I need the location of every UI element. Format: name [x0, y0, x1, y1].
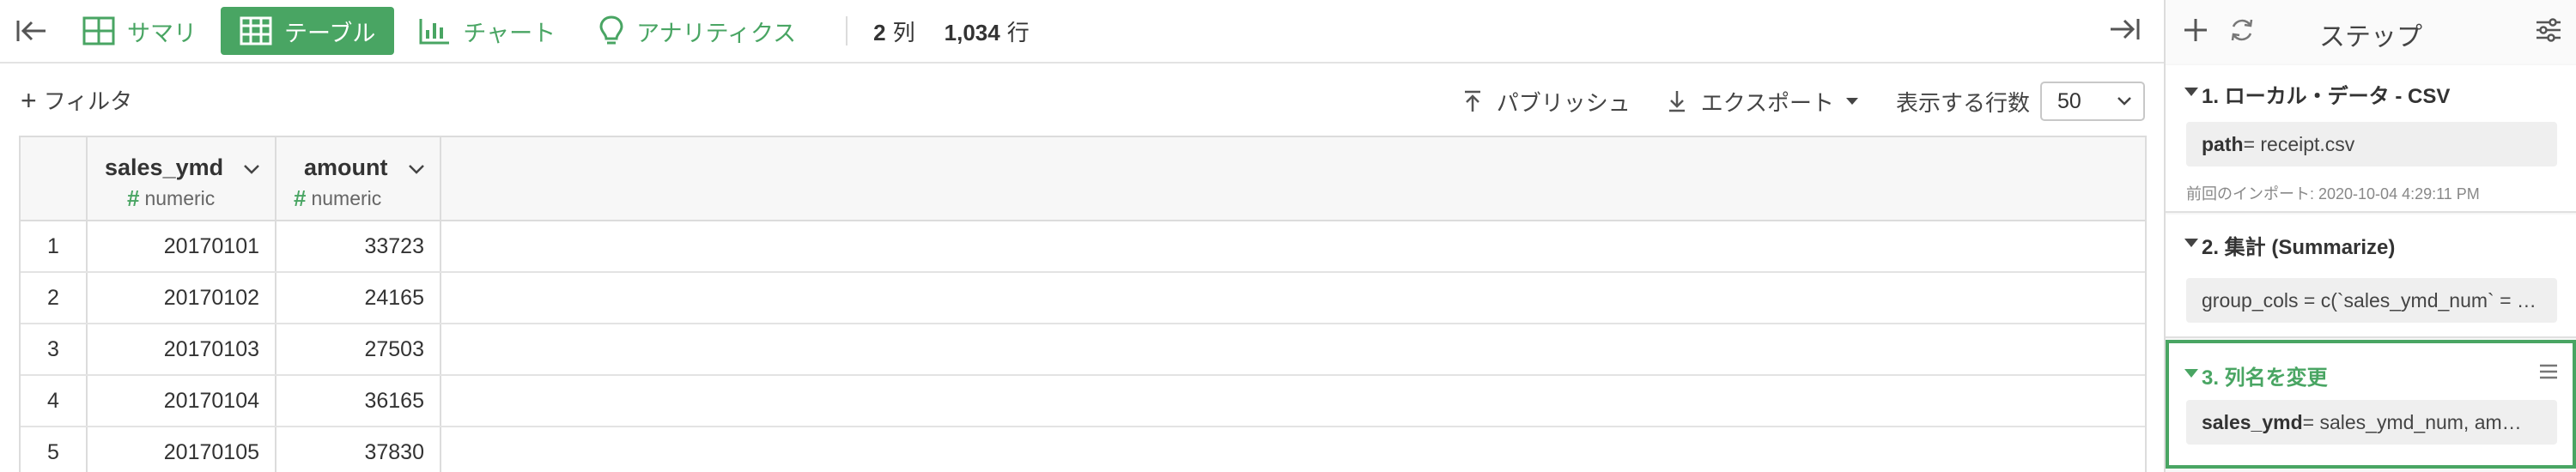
table-row: 4 20170104 36165: [21, 376, 2145, 427]
table-row: 3 20170103 27503: [21, 324, 2145, 376]
column-name: sales_ymd: [105, 154, 224, 180]
cell-sales-ymd[interactable]: 20170103: [88, 324, 276, 374]
chevron-down-icon[interactable]: [407, 163, 426, 175]
step-title: 1. ローカル・データ - CSV: [2202, 85, 2451, 108]
top-toolbar: サマリ テーブル チャート アナリティクス 2 列 1,034 行: [0, 0, 2164, 64]
caret-down-icon: [1845, 98, 1858, 105]
filter-button[interactable]: + フィルタ: [21, 84, 132, 116]
summary-grid-icon: [82, 16, 115, 45]
tab-chart[interactable]: チャート: [399, 7, 574, 55]
export-button[interactable]: エクスポート: [1667, 86, 1860, 118]
row-index: 4: [21, 376, 88, 426]
step-parameter[interactable]: group_cols = c(`sales_ymd_num` = …: [2186, 278, 2557, 323]
column-name: amount: [304, 154, 388, 180]
tab-analytics-label: アナリティクス: [636, 20, 797, 46]
cell-sales-ymd[interactable]: 20170102: [88, 273, 276, 323]
index-header-cell: [21, 137, 88, 220]
publish-label: パブリッシュ: [1496, 89, 1631, 116]
settings-sliders-icon[interactable]: [2535, 15, 2562, 45]
step-param-value: = sales_ymd_num, am…: [2302, 410, 2522, 433]
data-table: sales_ymd # numeric amount # numeric 1 2…: [19, 136, 2147, 472]
row-count: 1,034 行: [945, 15, 1030, 47]
steps-panel-title: ステップ: [2319, 23, 2422, 51]
column-type-label: numeric: [311, 187, 382, 209]
row-index: 1: [21, 221, 88, 271]
rows-per-page-select[interactable]: 50: [2040, 82, 2145, 121]
tab-summary[interactable]: サマリ: [64, 7, 216, 55]
step-card-3[interactable]: 3. 列名を変更 sales_ymd = sales_ymd_num, am…: [2166, 340, 2576, 469]
column-header-sales-ymd[interactable]: sales_ymd # numeric: [88, 137, 276, 220]
cell-sales-ymd[interactable]: 20170105: [88, 427, 276, 472]
cell-sales-ymd[interactable]: 20170104: [88, 376, 276, 426]
menu-icon[interactable]: [2538, 362, 2559, 381]
steps-panel-header: ステップ: [2166, 0, 2576, 64]
step-param-value: group_cols = c(`sales_ymd_num` = …: [2202, 288, 2537, 312]
step-card-2[interactable]: 2. 集計 (Summarize) group_cols = c(`sales_…: [2166, 215, 2576, 338]
column-count-unit: 列: [892, 19, 915, 45]
column-count-value: 2: [873, 19, 886, 45]
export-label: エクスポート: [1700, 89, 1834, 116]
column-type: # numeric: [294, 185, 381, 212]
plus-icon: +: [21, 84, 37, 116]
step-param-key: path: [2202, 132, 2244, 155]
tab-table-label: テーブル: [284, 20, 376, 46]
download-icon: [1668, 91, 1685, 112]
collapse-right-icon[interactable]: [2107, 15, 2142, 47]
column-header-amount[interactable]: amount # numeric: [276, 137, 441, 220]
step-parameter[interactable]: sales_ymd = sales_ymd_num, am…: [2186, 400, 2557, 445]
steps-panel: ステップ 1. ローカル・データ - CSV path = receipt.cs…: [2164, 0, 2576, 472]
cell-amount[interactable]: 33723: [276, 221, 441, 271]
tab-summary-label: サマリ: [127, 20, 197, 46]
step-title: 3. 列名を変更: [2202, 366, 2328, 390]
numeric-type-icon: #: [127, 185, 140, 211]
publish-button[interactable]: パブリッシュ: [1462, 86, 1631, 118]
lightbulb-icon: [598, 15, 624, 47]
caret-down-icon[interactable]: [2184, 239, 2198, 247]
numeric-type-icon: #: [294, 185, 307, 211]
step-param-key: sales_ymd: [2202, 410, 2303, 433]
table-header: sales_ymd # numeric amount # numeric: [21, 137, 2145, 221]
row-count-unit: 行: [1006, 19, 1030, 45]
cell-amount[interactable]: 27503: [276, 324, 441, 374]
chevron-down-icon[interactable]: [242, 163, 261, 175]
tab-chart-label: チャート: [463, 20, 556, 46]
chevron-down-icon: [2117, 97, 2131, 106]
tab-analytics[interactable]: アナリティクス: [580, 7, 815, 55]
collapse-left-icon[interactable]: [0, 0, 64, 63]
upload-icon: [1464, 90, 1480, 112]
column-type: # numeric: [127, 185, 215, 212]
caret-down-icon[interactable]: [2184, 88, 2198, 96]
toolbar-divider: [846, 16, 848, 45]
table-row: 1 20170101 33723: [21, 221, 2145, 273]
rows-per-page-label: 表示する行数: [1895, 89, 2030, 116]
caret-down-icon[interactable]: [2184, 369, 2198, 378]
row-count-value: 1,034: [944, 19, 1000, 45]
table-subtoolbar: + フィルタ パブリッシュ エクスポート 表示する行数 50: [0, 65, 2164, 134]
cell-amount[interactable]: 36165: [276, 376, 441, 426]
step-parameter[interactable]: path = receipt.csv: [2186, 122, 2557, 166]
column-count: 2 列: [873, 15, 914, 47]
table-icon: [240, 16, 272, 45]
table-row: 2 20170102 24165: [21, 273, 2145, 324]
cell-amount[interactable]: 37830: [276, 427, 441, 472]
table-row: 5 20170105 37830: [21, 427, 2145, 472]
step-last-import: 前回のインポート: 2020-10-04 4:29:11 PM: [2186, 185, 2480, 203]
cell-amount[interactable]: 24165: [276, 273, 441, 323]
step-card-1[interactable]: 1. ローカル・データ - CSV path = receipt.csv 前回の…: [2166, 65, 2576, 213]
tab-table[interactable]: テーブル: [221, 7, 395, 55]
row-index: 5: [21, 427, 88, 472]
filter-label: フィルタ: [43, 88, 133, 114]
bar-chart-icon: [418, 16, 451, 45]
rows-per-page-value: 50: [2057, 88, 2081, 113]
row-index: 2: [21, 273, 88, 323]
step-param-value: = receipt.csv: [2243, 132, 2355, 155]
step-title: 2. 集計 (Summarize): [2202, 236, 2396, 259]
cell-sales-ymd[interactable]: 20170101: [88, 221, 276, 271]
row-index: 3: [21, 324, 88, 374]
column-type-label: numeric: [144, 187, 216, 209]
